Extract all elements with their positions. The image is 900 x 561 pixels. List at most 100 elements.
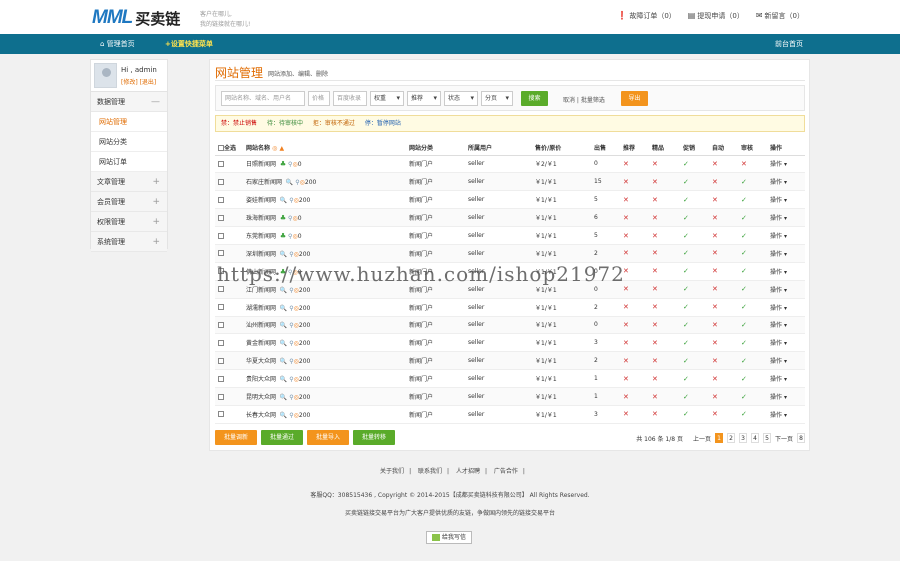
recommend-cell[interactable]: ✕ (620, 333, 649, 353)
cross-icon[interactable]: ✕ (623, 178, 629, 186)
fault-orders-link[interactable]: ❗ 故障订单（0） (617, 11, 675, 21)
cross-icon[interactable]: ✕ (652, 410, 658, 418)
check-icon[interactable]: ✓ (683, 285, 689, 293)
baidu-index-input[interactable]: 百度收录 (333, 91, 367, 106)
dropdown-arrow-icon[interactable]: ▾ (784, 394, 787, 401)
cross-icon[interactable]: ✕ (652, 214, 658, 222)
cross-icon[interactable]: ✕ (652, 196, 658, 204)
sidebar-group-data[interactable]: 数据管理 — (91, 92, 167, 112)
cross-icon[interactable]: ✕ (652, 232, 658, 240)
cross-icon[interactable]: ✕ (623, 232, 629, 240)
cross-icon[interactable]: ✕ (652, 267, 658, 275)
pager-page-5[interactable]: 5 (762, 433, 771, 443)
cross-icon[interactable]: ✕ (623, 285, 629, 293)
cross-icon[interactable]: ✕ (652, 249, 658, 257)
row-checkbox[interactable] (218, 286, 224, 293)
site-name[interactable]: 黄金新闻网 (246, 340, 276, 347)
premium-cell[interactable]: ✕ (649, 172, 680, 192)
check-icon[interactable]: ✓ (683, 178, 689, 186)
recommend-cell[interactable]: ✕ (620, 316, 649, 335)
review-cell[interactable]: ✓ (738, 351, 767, 371)
actions-cell[interactable]: 操作 ▾ (767, 280, 805, 299)
expand-icon[interactable]: + (152, 232, 160, 252)
review-cell[interactable]: ✓ (738, 369, 767, 389)
expand-icon[interactable]: + (152, 192, 160, 212)
check-icon[interactable]: ✓ (741, 196, 747, 204)
pager-page-1[interactable]: 1 (714, 433, 723, 443)
auto-cell[interactable]: ✕ (709, 226, 738, 245)
search-icon[interactable]: 🔍 (280, 251, 287, 258)
cross-icon[interactable]: ✕ (712, 393, 718, 401)
footer-link-jobs[interactable]: 人才招聘 (456, 468, 480, 475)
bulk-import-button[interactable]: 批量导入 (307, 430, 349, 445)
auto-cell[interactable]: ✕ (709, 298, 738, 317)
review-cell[interactable]: ✓ (738, 226, 767, 245)
dropdown-arrow-icon[interactable]: ▾ (784, 179, 787, 186)
actions-label[interactable]: 操作 (770, 161, 782, 168)
promo-cell[interactable]: ✓ (680, 208, 709, 228)
collapse-icon[interactable]: — (151, 92, 160, 112)
site-name[interactable]: 汕州新闻网 (246, 322, 276, 329)
status-select[interactable]: 状态 (444, 91, 478, 106)
review-cell[interactable]: ✓ (738, 333, 767, 353)
premium-cell[interactable]: ✕ (649, 387, 680, 406)
search-icon[interactable]: 🔍 (280, 305, 287, 312)
cross-icon[interactable]: ✕ (652, 178, 658, 186)
dropdown-arrow-icon[interactable]: ▾ (784, 251, 787, 258)
row-select[interactable] (215, 244, 243, 263)
row-checkbox[interactable] (218, 160, 224, 167)
cancel-filter-link[interactable]: 取消 | 批量筛选 (563, 95, 605, 104)
sidebar-item-site-category[interactable]: 网站分类 (91, 132, 167, 152)
search-icon[interactable]: 🔍 (280, 287, 287, 294)
premium-cell[interactable]: ✕ (649, 208, 680, 228)
promo-cell[interactable]: ✓ (680, 190, 709, 210)
check-icon[interactable]: ✓ (683, 321, 689, 329)
check-icon[interactable]: ✓ (741, 357, 747, 365)
recommend-cell[interactable]: ✕ (620, 405, 649, 424)
pager-next[interactable]: 下一页 (775, 434, 793, 443)
auto-cell[interactable]: ✕ (709, 190, 738, 210)
auto-cell[interactable]: ✕ (709, 262, 738, 281)
row-select[interactable] (215, 316, 243, 335)
pager-page-2[interactable]: 2 (726, 433, 735, 443)
weight-select[interactable]: 权重 (370, 91, 404, 106)
site-name[interactable]: 江门新闻网 (246, 287, 276, 294)
actions-label[interactable]: 操作 (770, 322, 782, 329)
auto-cell[interactable]: ✕ (709, 172, 738, 192)
row-select[interactable] (215, 333, 243, 353)
sidebar-item-site-manage[interactable]: 网站管理 (91, 112, 167, 132)
check-icon[interactable]: ✓ (683, 357, 689, 365)
site-name[interactable]: 石家庄新闻网 (246, 179, 282, 186)
search-icon[interactable]: 🔍 (280, 358, 287, 365)
cross-icon[interactable]: ✕ (623, 410, 629, 418)
promo-cell[interactable]: ✓ (680, 333, 709, 353)
sidebar-item-site-orders[interactable]: 网站订单 (91, 152, 167, 172)
expand-icon[interactable]: + (152, 212, 160, 232)
promo-cell[interactable]: ✓ (680, 316, 709, 335)
user-links[interactable]: [修改] [退出] (121, 77, 156, 86)
recommend-cell[interactable]: ✕ (620, 244, 649, 263)
row-select[interactable] (215, 387, 243, 406)
messages-link[interactable]: ✉ 新留言（0） (756, 11, 804, 21)
recommend-cell[interactable]: ✕ (620, 369, 649, 389)
dropdown-arrow-icon[interactable]: ▾ (784, 269, 787, 276)
cross-icon[interactable]: ✕ (652, 321, 658, 329)
site-name[interactable]: 华夏大众网 (246, 358, 276, 365)
pager-page-4[interactable]: 4 (750, 433, 759, 443)
promo-cell[interactable]: ✓ (680, 155, 709, 174)
site-name[interactable]: 贵阳大众网 (246, 376, 276, 383)
premium-cell[interactable]: ✕ (649, 405, 680, 424)
sidebar-group-articles[interactable]: 文章管理 + (91, 172, 167, 192)
search-icon[interactable]: 🔍 (280, 322, 287, 329)
recommend-cell[interactable]: ✕ (620, 190, 649, 210)
bulk-transfer-button[interactable]: 批量转移 (353, 430, 395, 445)
dropdown-arrow-icon[interactable]: ▾ (784, 197, 787, 204)
cross-icon[interactable]: ✕ (712, 410, 718, 418)
premium-cell[interactable]: ✕ (649, 351, 680, 371)
pager-prev[interactable]: 上一页 (693, 434, 711, 443)
promo-cell[interactable]: ✓ (680, 244, 709, 263)
check-icon[interactable]: ✓ (741, 285, 747, 293)
cross-icon[interactable]: ✕ (652, 357, 658, 365)
footer-link-contact[interactable]: 联系我们 (418, 468, 442, 475)
check-icon[interactable]: ✓ (683, 267, 689, 275)
